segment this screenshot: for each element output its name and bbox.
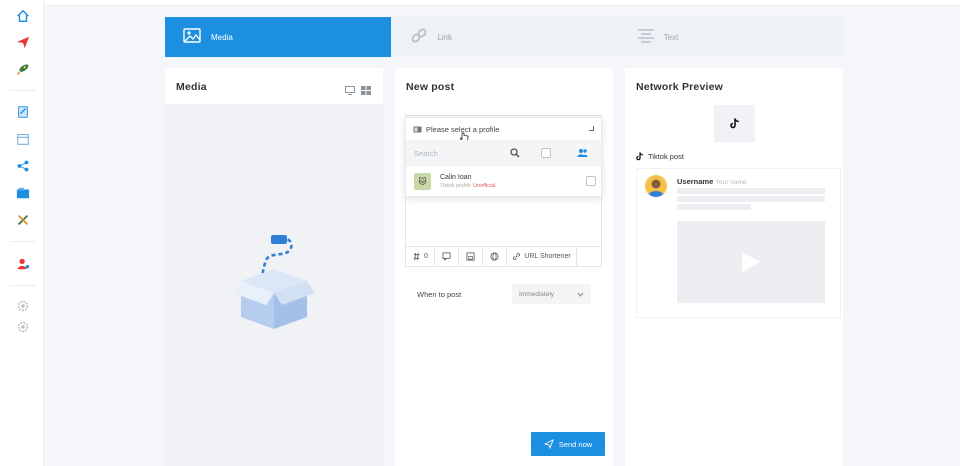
link-icon — [409, 26, 429, 48]
sidebar-divider — [10, 285, 36, 286]
schedule-select[interactable]: Immediately — [512, 284, 591, 304]
text-icon — [636, 26, 656, 48]
settings-icon[interactable] — [15, 319, 31, 335]
profile-checkbox[interactable] — [586, 176, 596, 186]
profile-meta: Tiktok profile Unofficial — [440, 183, 496, 189]
send-label: Send now — [558, 439, 593, 449]
globe-button[interactable] — [483, 247, 507, 266]
url-shortener-label: URL Shortener — [524, 253, 571, 260]
folder-icon[interactable] — [15, 185, 31, 201]
media-panel-header: Media — [165, 68, 383, 105]
count-badge[interactable]: 0 — [406, 247, 435, 266]
profile-search-input[interactable]: Search — [414, 149, 438, 158]
grid-icon[interactable] — [361, 82, 371, 100]
preview-username: Username Your name — [677, 177, 746, 186]
post-type-text: Tiktok post — [648, 152, 684, 161]
search-icon[interactable] — [510, 148, 520, 158]
user-admin-icon[interactable] — [15, 256, 31, 272]
view-toggle — [345, 82, 371, 100]
share-icon[interactable] — [15, 158, 31, 174]
avatar: 🐱 — [414, 172, 431, 190]
hashtag-icon — [413, 252, 420, 261]
tools-icon[interactable] — [15, 212, 31, 228]
sidebar-divider — [10, 90, 36, 91]
top-bar — [45, 0, 960, 6]
preview-card: Username Your name — [636, 168, 841, 318]
tab-media[interactable]: Media — [165, 17, 392, 57]
media-panel: Media — [165, 68, 383, 466]
sidebar — [0, 0, 44, 466]
status-badge: Unofficial — [472, 182, 496, 189]
play-icon — [742, 252, 760, 272]
tab-label: Media — [211, 32, 233, 42]
schedule-value: Immediately — [519, 290, 555, 298]
text-placeholder-line — [677, 204, 751, 210]
empty-box-icon — [233, 235, 315, 329]
globe-icon — [490, 252, 499, 261]
select-all-checkbox[interactable] — [541, 148, 551, 158]
tab-link[interactable]: Link — [391, 17, 617, 57]
network-tab-tiktok[interactable] — [714, 105, 755, 142]
network-preview-panel: Network Preview Tiktok post Username Your… — [625, 68, 843, 466]
home-icon[interactable] — [15, 8, 31, 24]
edit-icon[interactable] — [15, 104, 31, 120]
text-placeholder-line — [677, 196, 825, 202]
chevron-down-icon — [577, 292, 584, 297]
avatar — [645, 175, 667, 197]
send-icon — [543, 439, 554, 449]
post-type-tabs: Media Link Text — [165, 17, 844, 57]
count-value: 0 — [424, 253, 428, 260]
save-icon — [466, 252, 475, 261]
tab-text[interactable]: Text — [618, 17, 844, 57]
users-icon[interactable] — [577, 148, 588, 157]
text-placeholder-line — [677, 188, 825, 194]
send-now-button[interactable]: Send now — [531, 432, 605, 456]
profile-select[interactable]: Please select a profile — [406, 118, 601, 143]
media-dropzone[interactable] — [165, 105, 383, 466]
comment-icon — [442, 252, 451, 261]
sidebar-divider — [10, 241, 36, 242]
gear-icon[interactable] — [15, 298, 31, 314]
emoji-button[interactable] — [435, 247, 459, 266]
profile-dropdown: Please select a profile Search 🐱 Calin I… — [405, 117, 602, 197]
tiktok-icon — [729, 118, 739, 129]
image-icon — [183, 26, 203, 48]
send-icon[interactable] — [15, 34, 31, 50]
tab-label: Text — [663, 32, 679, 42]
calendar-icon[interactable] — [15, 131, 31, 147]
composer-toolbar: 0 URL Shortener — [406, 246, 601, 266]
link-icon — [513, 252, 521, 261]
resize-icon — [589, 126, 594, 131]
url-shortener-button[interactable]: URL Shortener — [507, 247, 577, 266]
profile-name: Calin Ioan — [440, 173, 472, 181]
profile-network: Tiktok profile — [440, 182, 471, 189]
panel-title: New post — [406, 81, 455, 93]
profile-card-icon — [413, 126, 422, 132]
profile-list-item[interactable]: 🐱 Calin Ioan Tiktok profile Unofficial — [406, 166, 601, 196]
profile-search-row: Search — [406, 140, 601, 166]
username-hint: Your name — [715, 179, 747, 186]
username-text: Username — [677, 177, 714, 186]
save-button[interactable] — [459, 247, 483, 266]
post-type-label: Tiktok post — [636, 152, 684, 161]
monitor-icon[interactable] — [345, 82, 355, 100]
tab-label: Link — [437, 32, 453, 42]
panel-title: Media — [176, 81, 207, 93]
video-placeholder — [677, 221, 825, 303]
schedule-row: When to post Immediately — [405, 280, 603, 308]
panel-title: Network Preview — [636, 81, 724, 93]
tiktok-icon — [636, 152, 644, 161]
rocket-icon[interactable] — [15, 61, 31, 77]
when-label: When to post — [417, 289, 462, 299]
